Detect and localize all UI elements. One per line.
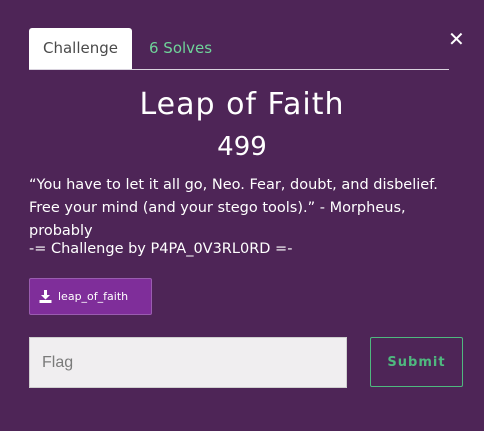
tab-challenge[interactable]: Challenge [29,28,132,69]
challenge-author: -= Challenge by P4PA_0V3RL0RD =- [29,241,293,257]
tab-solves[interactable]: 6 Solves [149,28,212,69]
challenge-points: 499 [217,132,267,162]
flag-input[interactable] [29,337,347,388]
close-icon[interactable]: ✕ [448,28,465,50]
challenge-description: “You have to let it all go, Neo. Fear, d… [29,177,438,239]
challenge-tabs: Challenge 6 Solves [29,28,449,70]
download-file-button[interactable]: leap_of_faith [29,278,152,315]
download-icon [39,290,52,303]
submit-button[interactable]: Submit [370,337,463,387]
challenge-title: Leap of Faith [139,87,345,122]
file-name-label: leap_of_faith [58,290,129,303]
